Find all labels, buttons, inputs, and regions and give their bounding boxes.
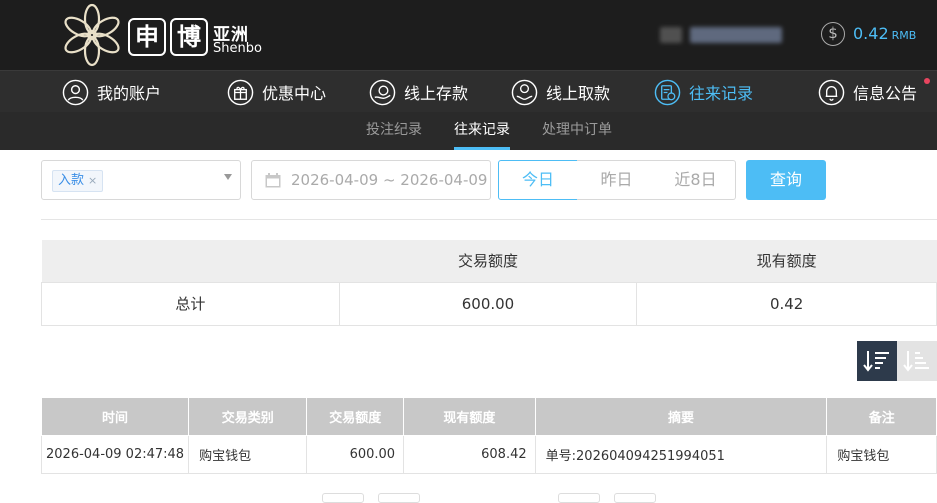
coin-icon: $ bbox=[821, 22, 845, 46]
type-tag: 入款 × bbox=[52, 170, 104, 192]
subnav-transactions[interactable]: 往来记录 bbox=[454, 112, 510, 150]
sort-desc-icon bbox=[863, 351, 889, 372]
nav-label: 优惠中心 bbox=[262, 84, 327, 103]
quick-last8days-button[interactable]: 近8日 bbox=[656, 160, 736, 200]
main-nav: 我的账户 优惠中心 线上存款 线上取款 往来记录 信息公告 bbox=[0, 70, 937, 112]
logo-char-1: 申 bbox=[128, 18, 166, 56]
summary-header-cell bbox=[41, 240, 340, 282]
cell-balance: 608.42 bbox=[403, 435, 536, 474]
nav-withdraw[interactable]: 线上取款 bbox=[511, 71, 610, 113]
user-icon bbox=[62, 79, 89, 105]
subnav-pending-orders[interactable]: 处理中订单 bbox=[542, 112, 612, 150]
header-summary[interactable]: 摘要 bbox=[534, 397, 828, 436]
user-avatar-blurred[interactable] bbox=[660, 27, 682, 43]
nav-promotions[interactable]: 优惠中心 bbox=[227, 71, 326, 113]
summary-table: 交易额度 现有额度 总计 600.00 0.42 bbox=[41, 240, 937, 326]
flower-logo-icon bbox=[64, 3, 120, 67]
pager-button[interactable] bbox=[378, 493, 420, 503]
summary-header-cell: 现有额度 bbox=[636, 240, 937, 282]
summary-cell: 0.42 bbox=[636, 281, 937, 326]
table-row: 2026-04-09 02:47:48 购宝钱包 600.00 608.42 单… bbox=[40, 435, 937, 474]
pager-button[interactable] bbox=[322, 493, 364, 503]
calendar-icon bbox=[265, 173, 281, 188]
sub-nav: 投注纪录 往来记录 处理中订单 bbox=[0, 112, 937, 150]
cell-type: 购宝钱包 bbox=[188, 435, 308, 474]
nav-label: 信息公告 bbox=[853, 84, 918, 103]
header-balance[interactable]: 现有额度 bbox=[403, 397, 536, 436]
gift-icon bbox=[227, 79, 254, 105]
nav-records[interactable]: 往来记录 bbox=[654, 71, 753, 113]
pager-button[interactable] bbox=[558, 493, 600, 503]
date-range-value: 2026-04-09 ~ 2026-04-09 bbox=[291, 171, 488, 189]
header-remark[interactable]: 备注 bbox=[826, 397, 937, 436]
username-blurred[interactable] bbox=[690, 27, 782, 43]
tag-close-icon[interactable]: × bbox=[88, 174, 97, 187]
nav-deposit[interactable]: 线上存款 bbox=[369, 71, 468, 113]
logo-en-text: Shenbo bbox=[213, 41, 262, 56]
summary-header-cell: 交易额度 bbox=[339, 240, 637, 282]
account-balance[interactable]: 0.42 RMB bbox=[853, 24, 916, 43]
chevron-down-icon bbox=[224, 174, 232, 180]
nav-announcements[interactable]: 信息公告 bbox=[818, 71, 917, 113]
cell-summary: 单号:202604094251994051 bbox=[534, 435, 828, 474]
balance-currency: RMB bbox=[891, 29, 917, 42]
header-amount[interactable]: 交易额度 bbox=[306, 397, 405, 436]
nav-label: 线上存款 bbox=[404, 84, 469, 103]
quick-today-button[interactable]: 今日 bbox=[498, 160, 578, 200]
balance-amount: 0.42 bbox=[853, 24, 889, 43]
nav-label: 我的账户 bbox=[97, 84, 162, 103]
deposit-icon bbox=[369, 79, 396, 105]
cell-remark: 购宝钱包 bbox=[826, 435, 937, 474]
nav-label: 往来记录 bbox=[689, 84, 754, 103]
summary-cell: 总计 bbox=[41, 281, 340, 326]
section-divider bbox=[41, 219, 937, 220]
cell-time: 2026-04-09 02:47:48 bbox=[40, 435, 190, 474]
summary-cell: 600.00 bbox=[338, 281, 638, 326]
date-range-picker[interactable]: 2026-04-09 ~ 2026-04-09 bbox=[251, 160, 491, 200]
top-header: 申 博 亚洲 Shenbo $ 0.42 RMB bbox=[0, 0, 937, 70]
quick-yesterday-button[interactable]: 昨日 bbox=[577, 160, 657, 200]
records-icon bbox=[654, 79, 681, 105]
pager-button[interactable] bbox=[614, 493, 656, 503]
sort-descending-button[interactable] bbox=[857, 341, 897, 381]
bell-icon bbox=[818, 79, 845, 105]
nav-label: 线上取款 bbox=[546, 84, 611, 103]
cell-amount: 600.00 bbox=[306, 435, 405, 474]
withdraw-icon bbox=[511, 79, 538, 105]
sort-ascending-button[interactable] bbox=[897, 341, 937, 381]
logo-char-2: 博 bbox=[170, 18, 208, 56]
nav-my-account[interactable]: 我的账户 bbox=[62, 71, 161, 113]
sort-asc-icon bbox=[903, 351, 929, 372]
subnav-bet-records[interactable]: 投注纪录 bbox=[366, 112, 422, 150]
query-button[interactable]: 查询 bbox=[746, 160, 826, 200]
notification-dot bbox=[924, 78, 930, 84]
type-tag-label: 入款 bbox=[58, 173, 85, 188]
records-header-row: 时间 交易类别 交易额度 现有额度 摘要 备注 bbox=[40, 397, 937, 436]
summary-header-row: 交易额度 现有额度 bbox=[41, 240, 937, 282]
summary-total-row: 总计 600.00 0.42 bbox=[41, 281, 937, 326]
records-table: 时间 交易类别 交易额度 现有额度 摘要 备注 2026-04-09 02:47… bbox=[40, 397, 937, 474]
header-type[interactable]: 交易类别 bbox=[188, 397, 308, 436]
transaction-type-select[interactable]: 入款 × bbox=[41, 160, 241, 200]
header-time[interactable]: 时间 bbox=[40, 397, 190, 436]
